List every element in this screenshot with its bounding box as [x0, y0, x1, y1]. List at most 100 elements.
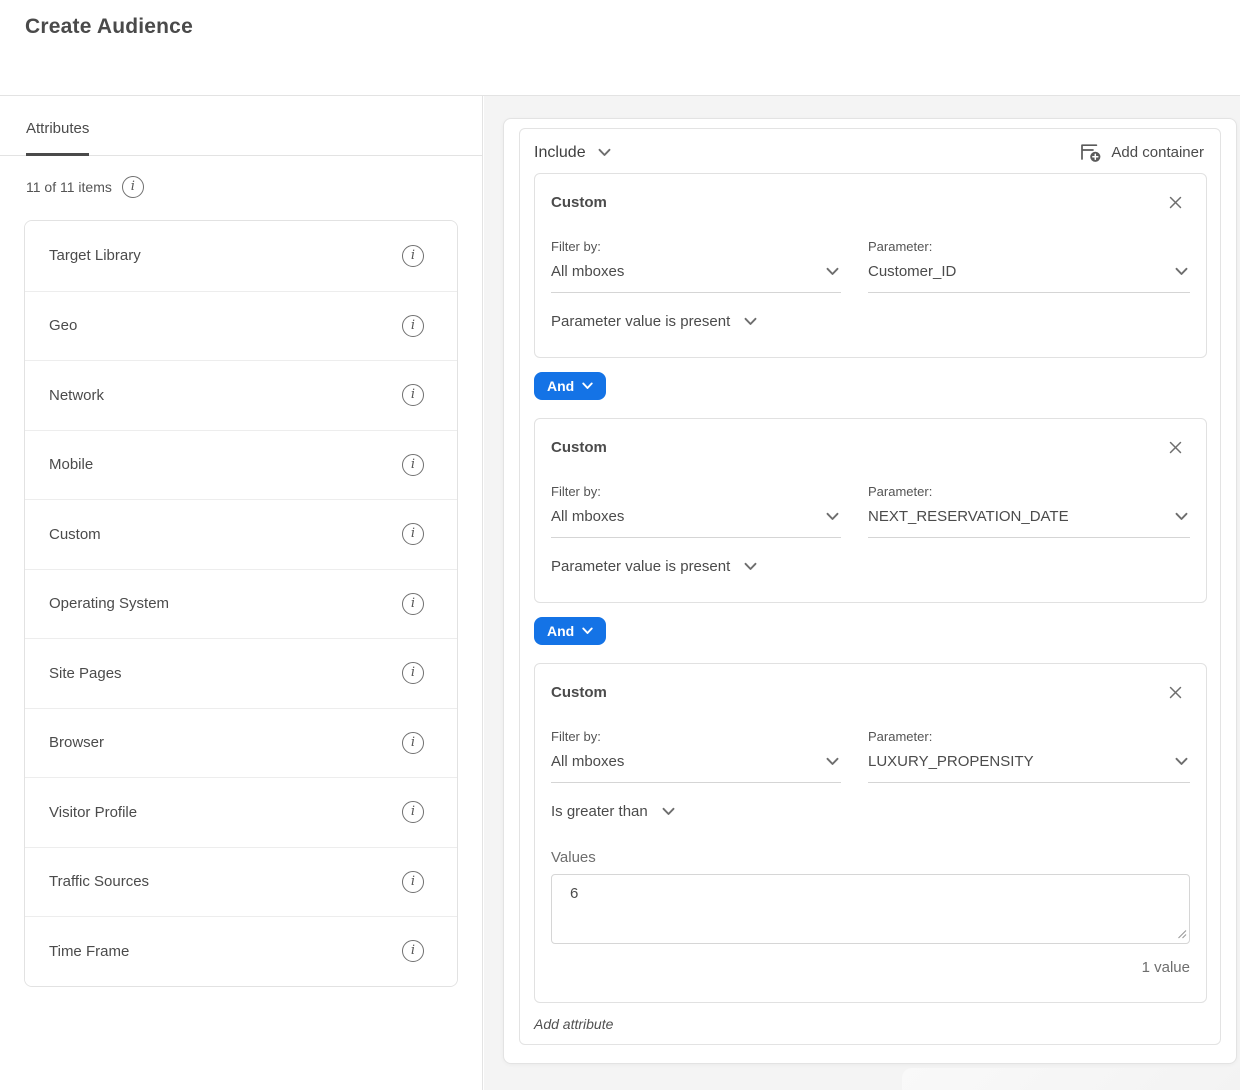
- list-item-label: Mobile: [49, 456, 402, 473]
- chevron-down-icon: [1175, 267, 1188, 276]
- page-title: Create Audience: [25, 15, 193, 39]
- close-icon[interactable]: [1163, 684, 1188, 706]
- chevron-down-icon: [582, 627, 593, 635]
- combiner-row: And: [534, 372, 1220, 400]
- info-icon[interactable]: i: [402, 593, 424, 615]
- list-item-visitor-profile[interactable]: Visitor Profile i: [25, 777, 457, 847]
- parameter-label: Parameter:: [868, 484, 1190, 499]
- parameter-value: Customer_ID: [868, 263, 956, 280]
- info-icon[interactable]: i: [402, 245, 424, 267]
- filter-by-select[interactable]: All mboxes: [551, 263, 841, 293]
- include-dropdown-value: Include: [534, 144, 586, 162]
- info-icon[interactable]: i: [122, 176, 144, 198]
- list-item-network[interactable]: Network i: [25, 360, 457, 430]
- list-item-label: Geo: [49, 317, 402, 334]
- and-dropdown-button[interactable]: And: [534, 372, 606, 400]
- operator-select[interactable]: Parameter value is present: [551, 558, 757, 575]
- list-item-site-pages[interactable]: Site Pages i: [25, 638, 457, 708]
- audience-builder-area: Include Add container: [484, 96, 1240, 1090]
- list-item-label: Network: [49, 387, 402, 404]
- attribute-card-customer-id: Custom Filter by: All mboxes: [534, 173, 1207, 358]
- parameter-label: Parameter:: [868, 729, 1190, 744]
- list-item-operating-system[interactable]: Operating System i: [25, 569, 457, 639]
- and-label: And: [547, 623, 574, 639]
- operator-value: Parameter value is present: [551, 558, 730, 575]
- and-label: And: [547, 378, 574, 394]
- filter-by-value: All mboxes: [551, 508, 624, 525]
- card-title: Custom: [551, 439, 607, 456]
- include-dropdown[interactable]: Include: [534, 144, 611, 162]
- list-item-custom[interactable]: Custom i: [25, 499, 457, 569]
- parameter-select[interactable]: Customer_ID: [868, 263, 1190, 293]
- list-item-geo[interactable]: Geo i: [25, 291, 457, 361]
- list-item-label: Operating System: [49, 595, 402, 612]
- filter-by-label: Filter by:: [551, 729, 841, 744]
- operator-value: Parameter value is present: [551, 313, 730, 330]
- info-icon[interactable]: i: [402, 454, 424, 476]
- chevron-down-icon: [826, 757, 839, 766]
- info-icon[interactable]: i: [402, 662, 424, 684]
- list-item-traffic-sources[interactable]: Traffic Sources i: [25, 847, 457, 917]
- list-item-target-library[interactable]: Target Library i: [25, 221, 457, 291]
- card-title: Custom: [551, 194, 607, 211]
- filter-by-label: Filter by:: [551, 484, 841, 499]
- operator-select[interactable]: Parameter value is present: [551, 313, 757, 330]
- list-item-mobile[interactable]: Mobile i: [25, 430, 457, 500]
- attribute-list: Target Library i Geo i Network i Mobile …: [24, 220, 458, 987]
- builder-panel: Include Add container: [503, 118, 1237, 1064]
- add-container-label: Add container: [1111, 144, 1204, 161]
- filter-by-select[interactable]: All mboxes: [551, 508, 841, 538]
- list-item-time-frame[interactable]: Time Frame i: [25, 916, 457, 986]
- include-container-header: Include Add container: [520, 129, 1220, 173]
- card-title: Custom: [551, 684, 607, 701]
- list-item-label: Time Frame: [49, 943, 402, 960]
- chevron-down-icon: [744, 317, 757, 326]
- list-item-label: Traffic Sources: [49, 873, 402, 890]
- chevron-down-icon: [582, 382, 593, 390]
- list-item-label: Browser: [49, 734, 402, 751]
- attribute-card-next-reservation-date: Custom Filter by: All mboxes: [534, 418, 1207, 603]
- and-dropdown-button[interactable]: And: [534, 617, 606, 645]
- parameter-value: LUXURY_PROPENSITY: [868, 753, 1034, 770]
- chevron-down-icon: [662, 807, 675, 816]
- chevron-down-icon: [1175, 512, 1188, 521]
- info-icon[interactable]: i: [402, 732, 424, 754]
- add-container-icon: [1079, 142, 1102, 163]
- attribute-card-luxury-propensity: Custom Filter by: All mboxes: [534, 663, 1207, 1003]
- tab-attributes[interactable]: Attributes: [26, 120, 89, 156]
- list-item-label: Custom: [49, 526, 402, 543]
- list-item-label: Target Library: [49, 247, 402, 264]
- attributes-sidebar: Attributes 11 of 11 items i Target Libra…: [0, 96, 483, 1090]
- info-icon[interactable]: i: [402, 384, 424, 406]
- parameter-select[interactable]: NEXT_RESERVATION_DATE: [868, 508, 1190, 538]
- parameter-select[interactable]: LUXURY_PROPENSITY: [868, 753, 1190, 783]
- add-container-button[interactable]: Add container: [1079, 142, 1204, 163]
- filter-by-value: All mboxes: [551, 263, 624, 280]
- parameter-value: NEXT_RESERVATION_DATE: [868, 508, 1069, 525]
- operator-value: Is greater than: [551, 803, 648, 820]
- chevron-down-icon: [826, 267, 839, 276]
- filter-by-label: Filter by:: [551, 239, 841, 254]
- close-icon[interactable]: [1163, 439, 1188, 461]
- info-icon[interactable]: i: [402, 871, 424, 893]
- values-label: Values: [551, 849, 1190, 866]
- values-input[interactable]: 6: [551, 874, 1190, 944]
- info-icon[interactable]: i: [402, 523, 424, 545]
- list-item-browser[interactable]: Browser i: [25, 708, 457, 778]
- list-item-label: Site Pages: [49, 665, 402, 682]
- info-icon[interactable]: i: [402, 801, 424, 823]
- values-block: Values 6 1 value: [551, 849, 1190, 976]
- combiner-row: And: [534, 617, 1220, 645]
- info-icon[interactable]: i: [402, 315, 424, 337]
- chevron-down-icon: [598, 148, 611, 157]
- values-count: 1 value: [551, 959, 1190, 976]
- info-icon[interactable]: i: [402, 940, 424, 962]
- filter-by-select[interactable]: All mboxes: [551, 753, 841, 783]
- parameter-label: Parameter:: [868, 239, 1190, 254]
- list-item-label: Visitor Profile: [49, 804, 402, 821]
- sidebar-tabbar: Attributes: [0, 96, 482, 156]
- items-count-text: 11 of 11 items: [26, 179, 112, 195]
- add-attribute-button[interactable]: Add attribute: [534, 1016, 613, 1032]
- close-icon[interactable]: [1163, 194, 1188, 216]
- operator-select[interactable]: Is greater than: [551, 803, 675, 820]
